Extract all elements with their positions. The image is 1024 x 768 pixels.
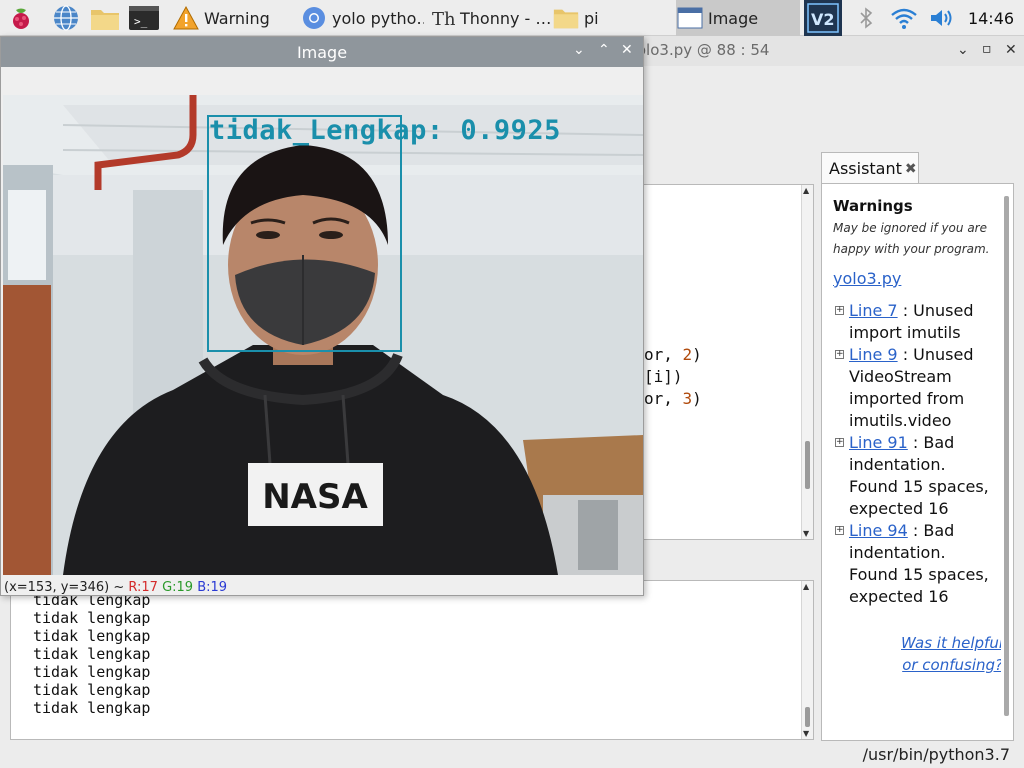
taskbar-task-thonny[interactable]: Th Thonny - … — [428, 0, 550, 36]
scroll-thumb[interactable] — [805, 707, 810, 727]
detection-label: tidak_Lengkap: 0.9925 — [209, 115, 561, 146]
scroll-down-icon[interactable]: ▼ — [803, 729, 809, 738]
scroll-thumb[interactable] — [1004, 196, 1009, 716]
scroll-up-icon[interactable]: ▲ — [803, 186, 809, 195]
window-icon — [676, 4, 704, 32]
web-browser-icon[interactable] — [50, 2, 82, 34]
tab-label: Assistant — [829, 159, 902, 178]
folder-icon — [552, 4, 580, 32]
code-line: [i]) — [644, 367, 683, 386]
task-label: pi — [584, 8, 599, 28]
editor-scrollbar[interactable]: ▲ ▼ — [801, 185, 813, 539]
shell-line: tidak lengkap — [33, 663, 151, 681]
warning-line-link[interactable]: Line 91 — [849, 433, 908, 452]
shell-line: tidak lengkap — [33, 699, 151, 717]
expand-icon[interactable]: + — [835, 438, 844, 447]
svg-text:Th: Th — [432, 9, 455, 30]
tab-assistant[interactable]: Assistant ✖ — [821, 152, 919, 184]
feedback-link[interactable]: Was it helpful or confusing? — [883, 632, 1003, 676]
svg-text:>_: >_ — [134, 15, 148, 28]
scroll-thumb[interactable] — [805, 441, 810, 489]
shell-line: tidak lengkap — [33, 681, 151, 699]
volume-icon[interactable] — [926, 0, 958, 36]
shell-scrollbar[interactable]: ▲ ▼ — [801, 581, 813, 739]
wifi-icon[interactable] — [888, 0, 920, 36]
code-editor[interactable]: or, 2) [i]) or, 3) ▲ ▼ — [643, 184, 814, 540]
bluetooth-icon[interactable] — [852, 0, 880, 36]
assistant-scrollbar[interactable] — [1001, 184, 1013, 740]
shell-line: tidak lengkap — [33, 627, 151, 645]
minimize-icon[interactable]: ⌄ — [573, 42, 585, 58]
close-icon[interactable]: ✕ — [621, 42, 633, 58]
shell-output[interactable]: tidak lengkap tidak lengkap tidak lengka… — [10, 580, 814, 740]
camera-frame: NASA tidak_Lengkap: 0.9925 — [3, 95, 643, 575]
warning-line-link[interactable]: Line 7 — [849, 301, 898, 320]
expand-icon[interactable]: + — [835, 306, 844, 315]
image-window-title: Image — [296, 43, 348, 62]
thonny-titlebar: yolo3.py @ 88 : 54 ⌄ ▫ ✕ — [628, 36, 1024, 66]
raspberry-menu-icon[interactable] — [5, 2, 37, 34]
minimize-icon[interactable]: ⌄ — [957, 42, 969, 58]
taskbar-task-browser[interactable]: yolo pytho… — [300, 0, 424, 36]
image-window: Image ⌄ ⌃ ✕ NASA tidak_Lengkap: 0.9925 (… — [0, 36, 644, 596]
task-label: Warning — [204, 8, 270, 28]
maximize-icon[interactable]: ⌃ — [598, 42, 610, 58]
shell-line: tidak lengkap — [33, 609, 151, 627]
clock[interactable]: 14:46 — [964, 0, 1018, 36]
detection-box — [207, 115, 402, 352]
task-label: Thonny - … — [460, 8, 550, 28]
taskbar-task-image[interactable]: Image — [676, 0, 800, 36]
code-line: or, 2) — [644, 345, 702, 364]
warning-line-link[interactable]: Line 94 — [849, 521, 908, 540]
vnc-icon[interactable]: V2 — [804, 0, 842, 36]
thonny-title: yolo3.py @ 88 : 54 — [628, 41, 770, 59]
file-link[interactable]: yolo3.py — [833, 269, 901, 288]
thonny-icon: Th — [428, 4, 456, 32]
shirt-print: NASA — [262, 477, 368, 517]
interpreter-path[interactable]: /usr/bin/python3.7 — [863, 745, 1010, 764]
scroll-down-icon[interactable]: ▼ — [803, 529, 809, 538]
maximize-icon[interactable]: ▫ — [982, 41, 992, 57]
warning-icon — [172, 4, 200, 32]
assistant-panel: Warnings May be ignored if you are happy… — [821, 183, 1014, 741]
code-line: or, 3) — [644, 389, 702, 408]
taskbar: >_ Warning yolo pytho… Th Thonny - … pi … — [0, 0, 1024, 36]
close-tab-icon[interactable]: ✖ — [905, 161, 917, 177]
shell-line: tidak lengkap — [33, 645, 151, 663]
scroll-up-icon[interactable]: ▲ — [803, 582, 809, 591]
warning-line-link[interactable]: Line 9 — [849, 345, 898, 364]
terminal-icon[interactable]: >_ — [128, 2, 160, 34]
task-label: yolo pytho… — [332, 8, 424, 28]
image-window-titlebar[interactable]: Image ⌄ ⌃ ✕ — [1, 37, 643, 67]
taskbar-task-pi-folder[interactable]: pi — [552, 0, 674, 36]
warnings-subtitle: May be ignored if you are happy with you… — [833, 221, 990, 256]
expand-icon[interactable]: + — [835, 350, 844, 359]
expand-icon[interactable]: + — [835, 526, 844, 535]
taskbar-task-warning[interactable]: Warning — [172, 0, 296, 36]
task-label: Image — [708, 8, 759, 28]
pixel-status: (x=153, y=346) ~ R:17 G:19 B:19 — [4, 580, 228, 595]
warnings-heading: Warnings — [833, 197, 913, 215]
close-icon[interactable]: ✕ — [1005, 42, 1017, 58]
file-manager-icon[interactable] — [89, 2, 121, 34]
svg-text:V2: V2 — [811, 10, 835, 29]
chromium-icon — [300, 4, 328, 32]
